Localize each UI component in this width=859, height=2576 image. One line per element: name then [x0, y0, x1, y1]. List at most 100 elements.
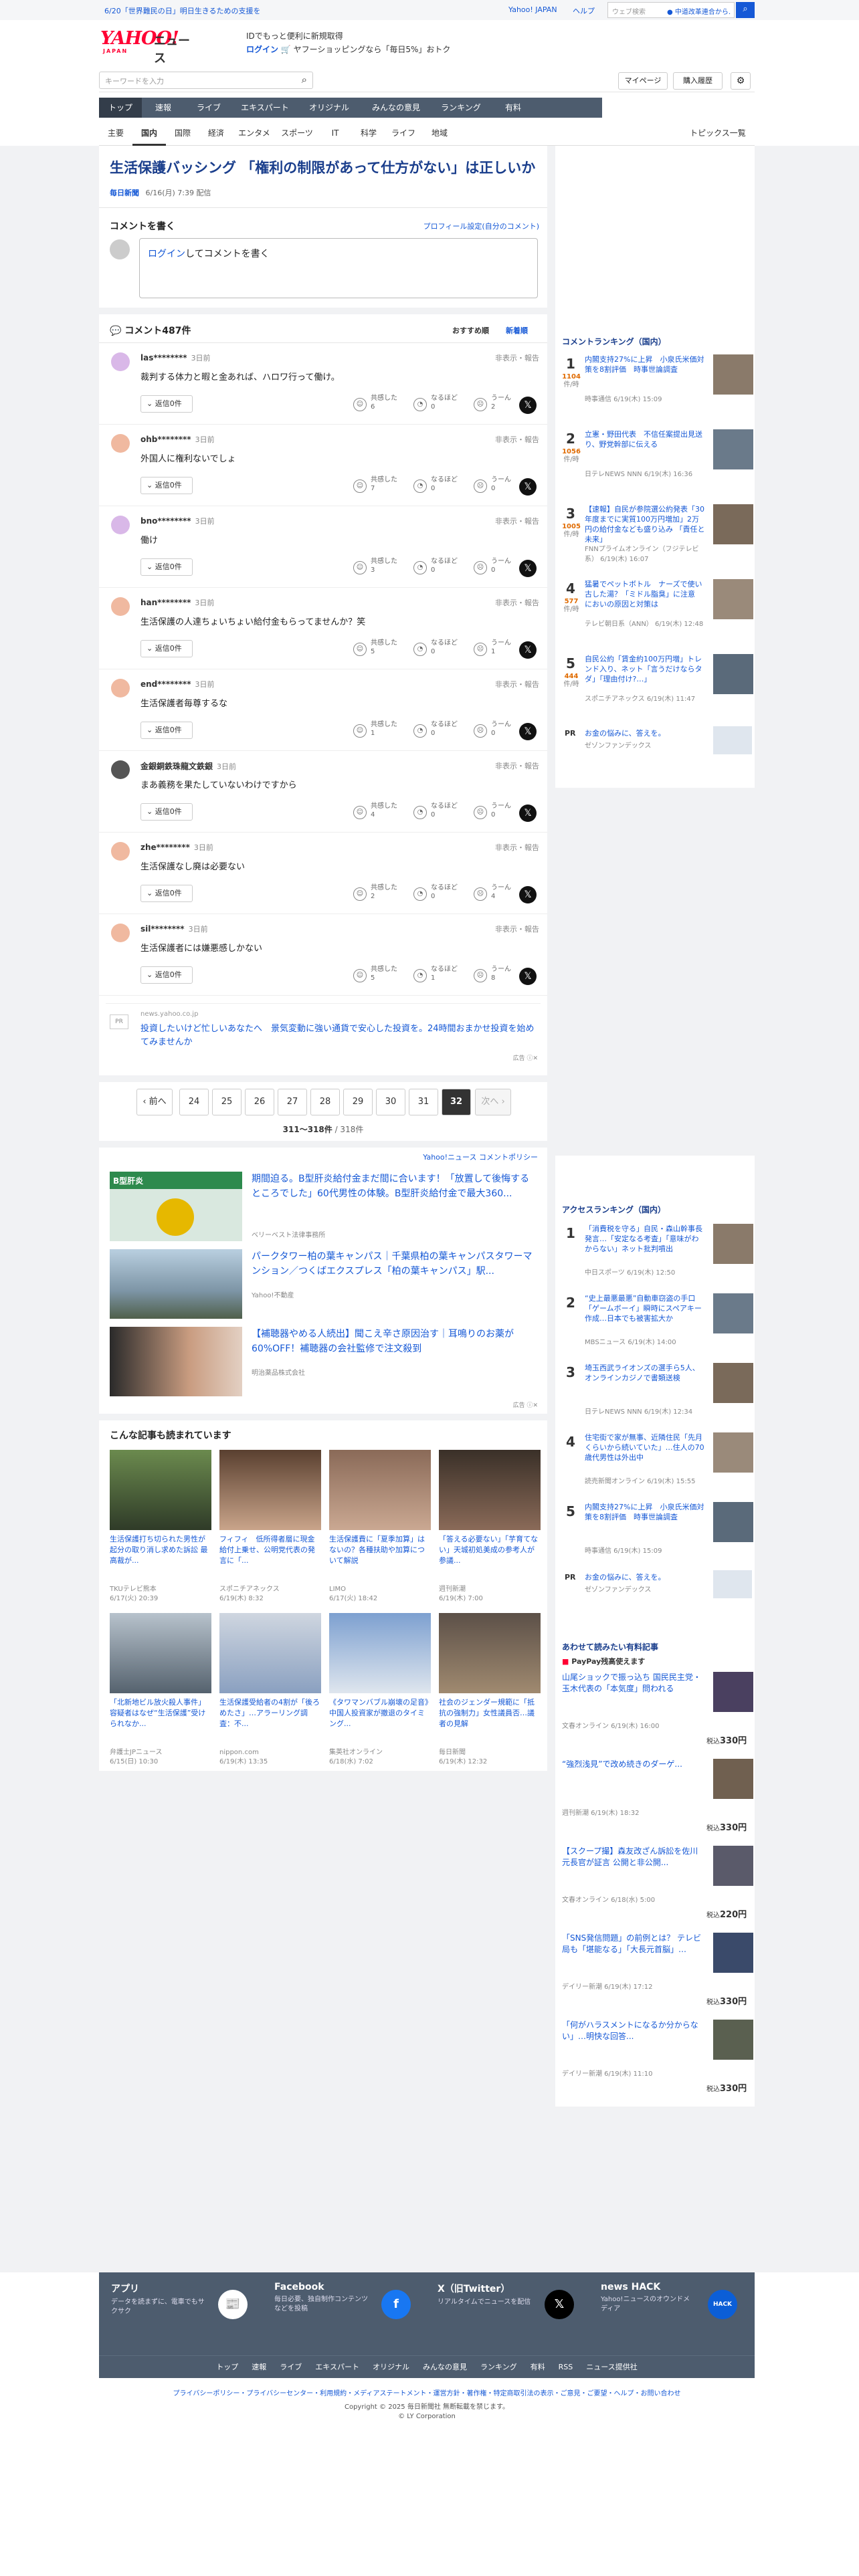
- avatar[interactable]: [111, 924, 130, 942]
- related-article-card[interactable]: フィフィ 低所得者層に現金給付上乗せ、公明党代表の発言に「... スポニチアネック…: [219, 1450, 321, 1608]
- rank-title[interactable]: 住宅街で家が無事、近隣住民「先月くらいから続いていた」…住人の70歳代男性は外出…: [585, 1432, 705, 1463]
- footer-link[interactable]: みんなの意見: [423, 2363, 467, 2371]
- article-title[interactable]: 《タワマンバブル崩壊の足音》中国人投資家が撤退のタイミング...: [329, 1697, 430, 1740]
- footer-link[interactable]: ニュース提供社: [586, 2363, 637, 2371]
- report-link[interactable]: 非表示・報告: [495, 842, 539, 853]
- comment-user[interactable]: sil******** 3日前: [140, 924, 208, 934]
- article-source[interactable]: 毎日新聞: [110, 189, 139, 197]
- ranking-item[interactable]: 2 1056 件/時 立憲・野田代表 不信任案提出見送り、野党幹部に伝える 日テレNEW…: [555, 428, 755, 487]
- ad-title[interactable]: 【補聴器やめる人続出】聞こえ辛さ原因治す｜耳鳴りのお薬が60%OFF！補聴器の会…: [252, 1327, 538, 1356]
- report-link[interactable]: 非表示・報告: [495, 516, 539, 526]
- yahoo-news-logo[interactable]: YAHOO! JAPAN ニュース: [100, 29, 194, 66]
- rank-title[interactable]: 内閣支持27%に上昇 小泉氏米価対策を8割評価 時事世論調査: [585, 1502, 705, 1522]
- related-article-card[interactable]: 《タワマンバブル崩壊の足音》中国人投資家が撤退のタイミング... 集英社オンライン…: [329, 1613, 431, 1771]
- comment-user[interactable]: 金銀銅鉄珠龍文鉄銀 3日前: [140, 760, 236, 772]
- ad-text[interactable]: 投資したいけど忙しいあなたへ 景気変動に強い通貨で安心した投資を。24時間おまか…: [140, 1023, 535, 1049]
- avatar[interactable]: [111, 434, 130, 453]
- ad-item[interactable]: B型肝炎 期間迫る。B型肝炎給付金まだ間に合います！「放置して後悔するところでし…: [110, 1172, 538, 1241]
- article-title[interactable]: 社会のジェンダー規範に「抵抗の強制力」女性議員否…議者の見解: [439, 1697, 539, 1740]
- rank-title[interactable]: “史上最悪最悪”自動車窃盗の手口「ゲームボーイ」瞬時にスペアキー作成…日本でも被…: [585, 1293, 705, 1323]
- avatar[interactable]: [111, 679, 130, 697]
- gnav-top[interactable]: トップ: [99, 98, 142, 118]
- related-article-card[interactable]: 生活保護受給者の4割が「後ろめたさ」…アラーリング調査：不... nippon.c…: [219, 1613, 321, 1771]
- related-article-card[interactable]: 生活保護打ち切られた男性が起分の取り消し求めた訴訟 最高裁が... TKUテレビ熊…: [110, 1450, 211, 1608]
- gear-icon[interactable]: ⚙: [731, 72, 751, 90]
- prev-page-button[interactable]: ‹ 前へ: [136, 1089, 173, 1115]
- comment-user[interactable]: end******** 3日前: [140, 679, 214, 689]
- rank-title[interactable]: 埼玉西武ライオンズの選手ら5人、オンラインカジノで書類送検: [585, 1363, 705, 1383]
- info-icon[interactable]: ⓘ✕: [527, 1055, 538, 1062]
- rank-title[interactable]: 内閣支持27%に上昇 小泉氏米価対策を8割評価 時事世論調査: [585, 354, 705, 374]
- reply-button[interactable]: ⌄ 返信0件: [140, 558, 193, 576]
- news-search-input[interactable]: キーワードを入力 ⌕: [99, 72, 313, 89]
- tab-economy[interactable]: 経済: [199, 120, 233, 146]
- help-link[interactable]: ヘルプ: [573, 5, 595, 16]
- report-link[interactable]: 非表示・報告: [495, 760, 539, 771]
- page-button[interactable]: 31: [409, 1089, 438, 1115]
- tab-science[interactable]: 科学: [352, 120, 385, 146]
- inline-ad[interactable]: PR news.yahoo.co.jp 投資したいけど忙しいあなたへ 景気変動に…: [106, 1003, 541, 1063]
- tab-it[interactable]: IT: [318, 120, 352, 146]
- rank-title[interactable]: 自民公約「賃金約100万円増」トレンド入り、ネット「言うだけならタダ」「理由付け…: [585, 654, 705, 684]
- profile-settings-link[interactable]: プロフィール設定(自分のコメント): [423, 221, 539, 231]
- comment-user[interactable]: ohb******** 3日前: [140, 434, 215, 445]
- ad-title[interactable]: 期間迫る。B型肝炎給付金まだ間に合います！「放置して後悔するところでした」60代…: [252, 1172, 538, 1201]
- gnav-breaking[interactable]: 速報: [142, 98, 185, 118]
- paid-title[interactable]: “強烈浅見”で改め続きのダーゲ...: [562, 1759, 702, 1770]
- x-share-icon[interactable]: 𝕏: [519, 968, 537, 985]
- footer-app[interactable]: アプリ データを読まずに、電車でもサクサク 📰: [111, 2282, 258, 2329]
- paid-title[interactable]: 「何がハラスメントになるか分からない」…明快な回答...: [562, 2020, 702, 2042]
- reply-button[interactable]: ⌄ 返信0件: [140, 803, 193, 821]
- related-article-card[interactable]: 「北新地ビル放火殺人事件」容疑者はなぜ“生活保護”受けられなか... 弁護士JPニ…: [110, 1613, 211, 1771]
- ranking-item[interactable]: 5 内閣支持27%に上昇 小泉氏米価対策を8割評価 時事世論調査 時事通信 6/19…: [555, 1501, 755, 1560]
- page-button[interactable]: 24: [179, 1089, 209, 1115]
- reply-button[interactable]: ⌄ 返信0件: [140, 477, 193, 494]
- footer-link[interactable]: エキスパート: [315, 2363, 359, 2371]
- page-button[interactable]: 32: [442, 1089, 471, 1115]
- report-link[interactable]: 非表示・報告: [495, 679, 539, 689]
- shopping-promo[interactable]: ヤフーショッピングなら「毎日5%」おトク: [294, 45, 451, 54]
- tab-world[interactable]: 国際: [166, 120, 199, 146]
- tab-entertainment[interactable]: エンタメ: [233, 120, 276, 146]
- footer-link[interactable]: RSS: [559, 2363, 573, 2371]
- ranking-item[interactable]: 4 577 件/時 猛暑でペットボトル ナーズで使い古した湯？「ミドル脂臭」に注意 に…: [555, 578, 755, 637]
- report-link[interactable]: 非表示・報告: [495, 597, 539, 608]
- x-share-icon[interactable]: 𝕏: [519, 723, 537, 740]
- pr-title[interactable]: お金の悩みに、答えを。: [585, 728, 666, 738]
- paid-title[interactable]: 「SNS発信問題」の前例とは？ テレビ局も「堪能なる」「大長元首脳」…: [562, 1933, 702, 1955]
- ranking-item[interactable]: 5 444 件/時 自民公約「賃金約100万円増」トレンド入り、ネット「言うだけならタ…: [555, 653, 755, 712]
- web-search-input[interactable]: ウェブ検索 ● 中道改革連合から…: [607, 2, 735, 18]
- footer-link[interactable]: トップ: [216, 2363, 238, 2371]
- reply-button[interactable]: ⌄ 返信0件: [140, 395, 193, 413]
- ad-title[interactable]: パークタワー柏の葉キャンパス｜千葉県柏の葉キャンパスタワーマンション／つくばエク…: [252, 1249, 538, 1279]
- info-icon[interactable]: ⓘ✕: [527, 1402, 538, 1409]
- rank-title[interactable]: 猛暑でペットボトル ナーズで使い古した湯？「ミドル脂臭」に注意 においの原因と対…: [585, 579, 705, 609]
- login-link[interactable]: ログイン: [246, 45, 278, 54]
- paid-article[interactable]: 「SNS発信問題」の前例とは？ テレビ局も「堪能なる」「大長元首脳」… デイリー新…: [555, 1931, 755, 2012]
- paid-article[interactable]: 「何がハラスメントになるか分からない」…明快な回答... デイリー新潮 6/19(…: [555, 2018, 755, 2099]
- ranking-item[interactable]: 2 “史上最悪最悪”自動車窃盗の手口「ゲームボーイ」瞬時にスペアキー作成…日本でも…: [555, 1292, 755, 1351]
- article-title[interactable]: フィフィ 低所得者層に現金給付上乗せ、公明党代表の発言に「...: [219, 1534, 320, 1577]
- x-share-icon[interactable]: 𝕏: [519, 804, 537, 822]
- article-title[interactable]: 生活保護打ち切られた男性が起分の取り消し求めた訴訟 最高裁が...: [110, 1534, 210, 1577]
- article-title[interactable]: 「北新地ビル放火殺人事件」容疑者はなぜ“生活保護”受けられなか...: [110, 1697, 210, 1740]
- ranking-item[interactable]: 4 住宅街で家が無事、近隣住民「先月くらいから続いていた」…住人の70歳代男性は外…: [555, 1431, 755, 1490]
- paid-article[interactable]: 山尾ショックで振っ込ち 国民民主党・玉木代表の「本気度」問われる 文春オンライン …: [555, 1671, 755, 1751]
- tab-local[interactable]: 地域: [421, 120, 458, 146]
- footer-newshack[interactable]: news HACK Yahoo!ニュースのオウンドメディア HACK: [601, 2282, 748, 2329]
- x-share-icon[interactable]: 𝕏: [519, 478, 537, 496]
- related-article-card[interactable]: 「答える必要ない」「芋育てない」天城初処美成の参考人が参議... 週刊新潮 6/19…: [439, 1450, 541, 1608]
- tab-domestic[interactable]: 国内: [132, 120, 166, 146]
- gnav-paid[interactable]: 有料: [491, 98, 535, 118]
- pr-title[interactable]: お金の悩みに、答えを。: [585, 1572, 666, 1582]
- avatar[interactable]: [111, 760, 130, 779]
- x-share-icon[interactable]: 𝕏: [519, 886, 537, 903]
- paid-title[interactable]: 山尾ショックで振っ込ち 国民民主党・玉木代表の「本気度」問われる: [562, 1672, 702, 1695]
- footer-link[interactable]: ランキング: [480, 2363, 517, 2371]
- comment-user[interactable]: han******** 3日前: [140, 597, 214, 608]
- avatar[interactable]: [111, 352, 130, 371]
- purchase-history-button[interactable]: 購入履歴: [673, 72, 723, 90]
- ranking-item[interactable]: 1 1104 件/時 内閣支持27%に上昇 小泉氏米価対策を8割評価 時事世論調査 時事…: [555, 353, 755, 412]
- comment-user[interactable]: las******** 3日前: [140, 352, 211, 363]
- login-link[interactable]: ログイン: [148, 249, 185, 259]
